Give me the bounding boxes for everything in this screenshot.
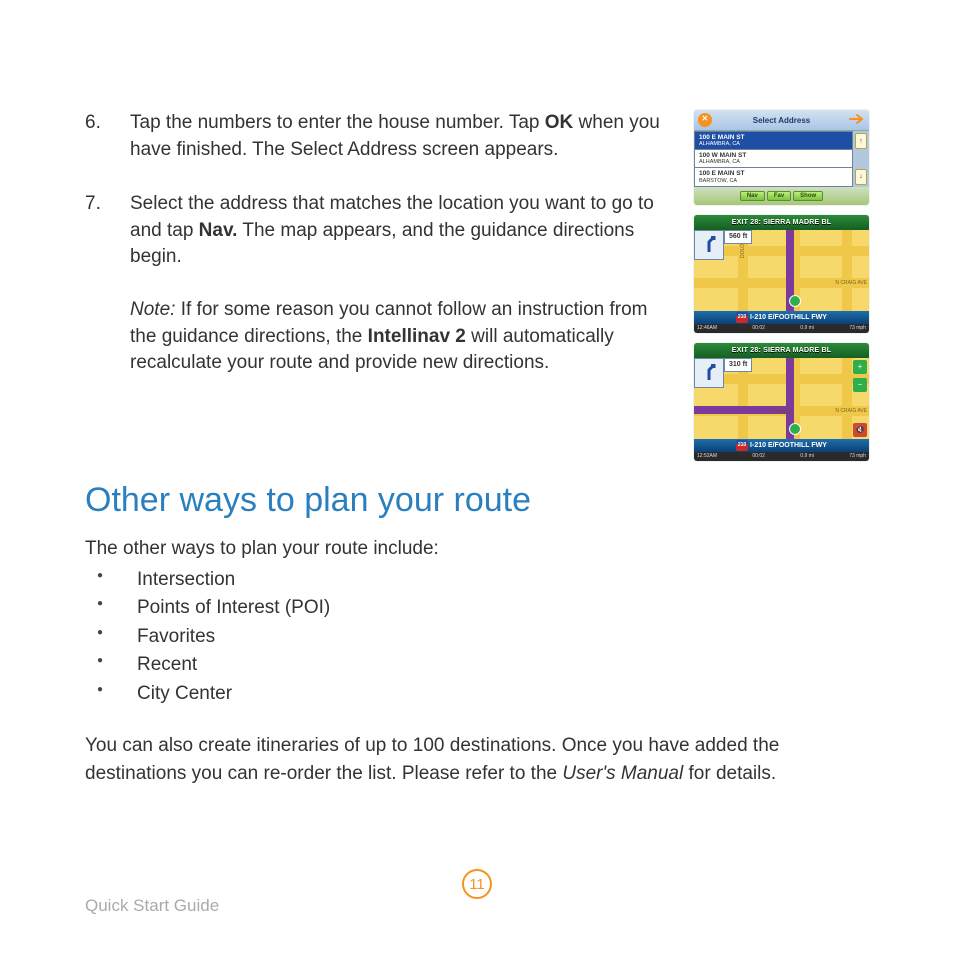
status-bar: 12:46AM 00:02 0.9 mi 73 mph [694,324,869,333]
list-item: Intersection [97,566,869,595]
numbered-steps: 6. Tap the numbers to enter the house nu… [85,110,676,377]
road-sign: 210 I-210 E/FOOTHILL FWY [694,439,869,452]
step-7: 7. Select the address that matches the l… [85,191,676,377]
distance-label: 560 ft [724,230,752,244]
vehicle-icon [789,295,801,307]
bullet-list: Intersection Points of Interest (POI) Fa… [85,566,869,709]
exit-sign: EXIT 28: SIERRA MADRE BL [694,343,869,358]
ok-label: OK [545,112,574,133]
step-number: 7. [85,191,130,377]
step-body: Select the address that matches the loca… [130,191,676,377]
screenshot-button-bar: Nav Fav Show [694,187,869,205]
list-item: Recent [97,651,869,680]
screenshot-titlebar: Select Address [694,110,869,130]
step-number: 6. [85,110,130,163]
map-screenshot-1: EXIT 28: SIERRA MADRE BL DOLORES ST N CR… [694,215,869,333]
zoom-in-button[interactable]: + [853,360,867,374]
road-sign: 210 I-210 E/FOOTHILL FWY [694,311,869,324]
nav-button[interactable]: Nav [740,191,765,201]
address-list: 100 E MAIN ST ALHAMBRA, CA 100 W MAIN ST… [694,130,869,187]
turn-icon [694,358,724,388]
zoom-out-button[interactable]: − [853,378,867,392]
screenshot-title: Select Address [753,116,811,125]
status-bar: 12:52AM 00:02 0.9 mi 73 mph [694,452,869,461]
distance-label: 310 ft [724,358,752,372]
list-item: Points of Interest (POI) [97,594,869,623]
interstate-shield-icon: 210 [736,312,748,323]
list-item: Favorites [97,623,869,652]
forward-icon[interactable] [849,113,865,125]
zoom-label: Zoom 3 [773,409,790,415]
nav-label: Nav. [199,220,238,241]
step-6: 6. Tap the numbers to enter the house nu… [85,110,676,163]
select-address-screenshot: Select Address 100 E MAIN ST ALHAMBRA, C… [694,110,869,205]
step-body: Tap the numbers to enter the house numbe… [130,110,676,163]
vehicle-icon [789,423,801,435]
note-label: Note: [130,299,175,320]
show-button[interactable]: Show [793,191,823,201]
fav-button[interactable]: Fav [767,191,791,201]
map-screenshot-2: EXIT 28: SIERRA MADRE BL N CRAIG AVE 310… [694,343,869,461]
footer-label: Quick Start Guide [85,896,219,916]
map-canvas[interactable]: N CRAIG AVE 310 ft + − 🔇 Zoom 3 [694,358,869,439]
manual-reference: User's Manual [562,763,683,784]
scroll-up-button[interactable]: ↑ [855,133,867,149]
address-row[interactable]: 100 E MAIN ST ALHAMBRA, CA [694,131,853,150]
map-canvas[interactable]: DOLORES ST N CRAIG AVE 560 ft [694,230,869,311]
note-block: Note: If for some reason you cannot foll… [130,297,676,377]
interstate-shield-icon: 210 [736,440,748,451]
address-row[interactable]: 100 W MAIN ST ALHAMBRA, CA [694,150,853,168]
closing-paragraph: You can also create itineraries of up to… [85,732,869,787]
list-item: City Center [97,680,869,709]
screenshots-column: Select Address 100 E MAIN ST ALHAMBRA, C… [694,110,869,471]
turn-icon [694,230,724,260]
scroll-down-button[interactable]: ↓ [855,169,867,185]
exit-sign: EXIT 28: SIERRA MADRE BL [694,215,869,230]
close-icon[interactable] [698,113,712,127]
product-name: Intellinav 2 [368,326,466,347]
page-number-badge: 11 [462,869,492,899]
section-heading: Other ways to plan your route [85,481,869,520]
intro-text: The other ways to plan your route includ… [85,538,869,560]
mute-icon[interactable]: 🔇 [853,423,867,437]
address-row[interactable]: 100 E MAIN ST BARSTOW, CA [694,168,853,186]
